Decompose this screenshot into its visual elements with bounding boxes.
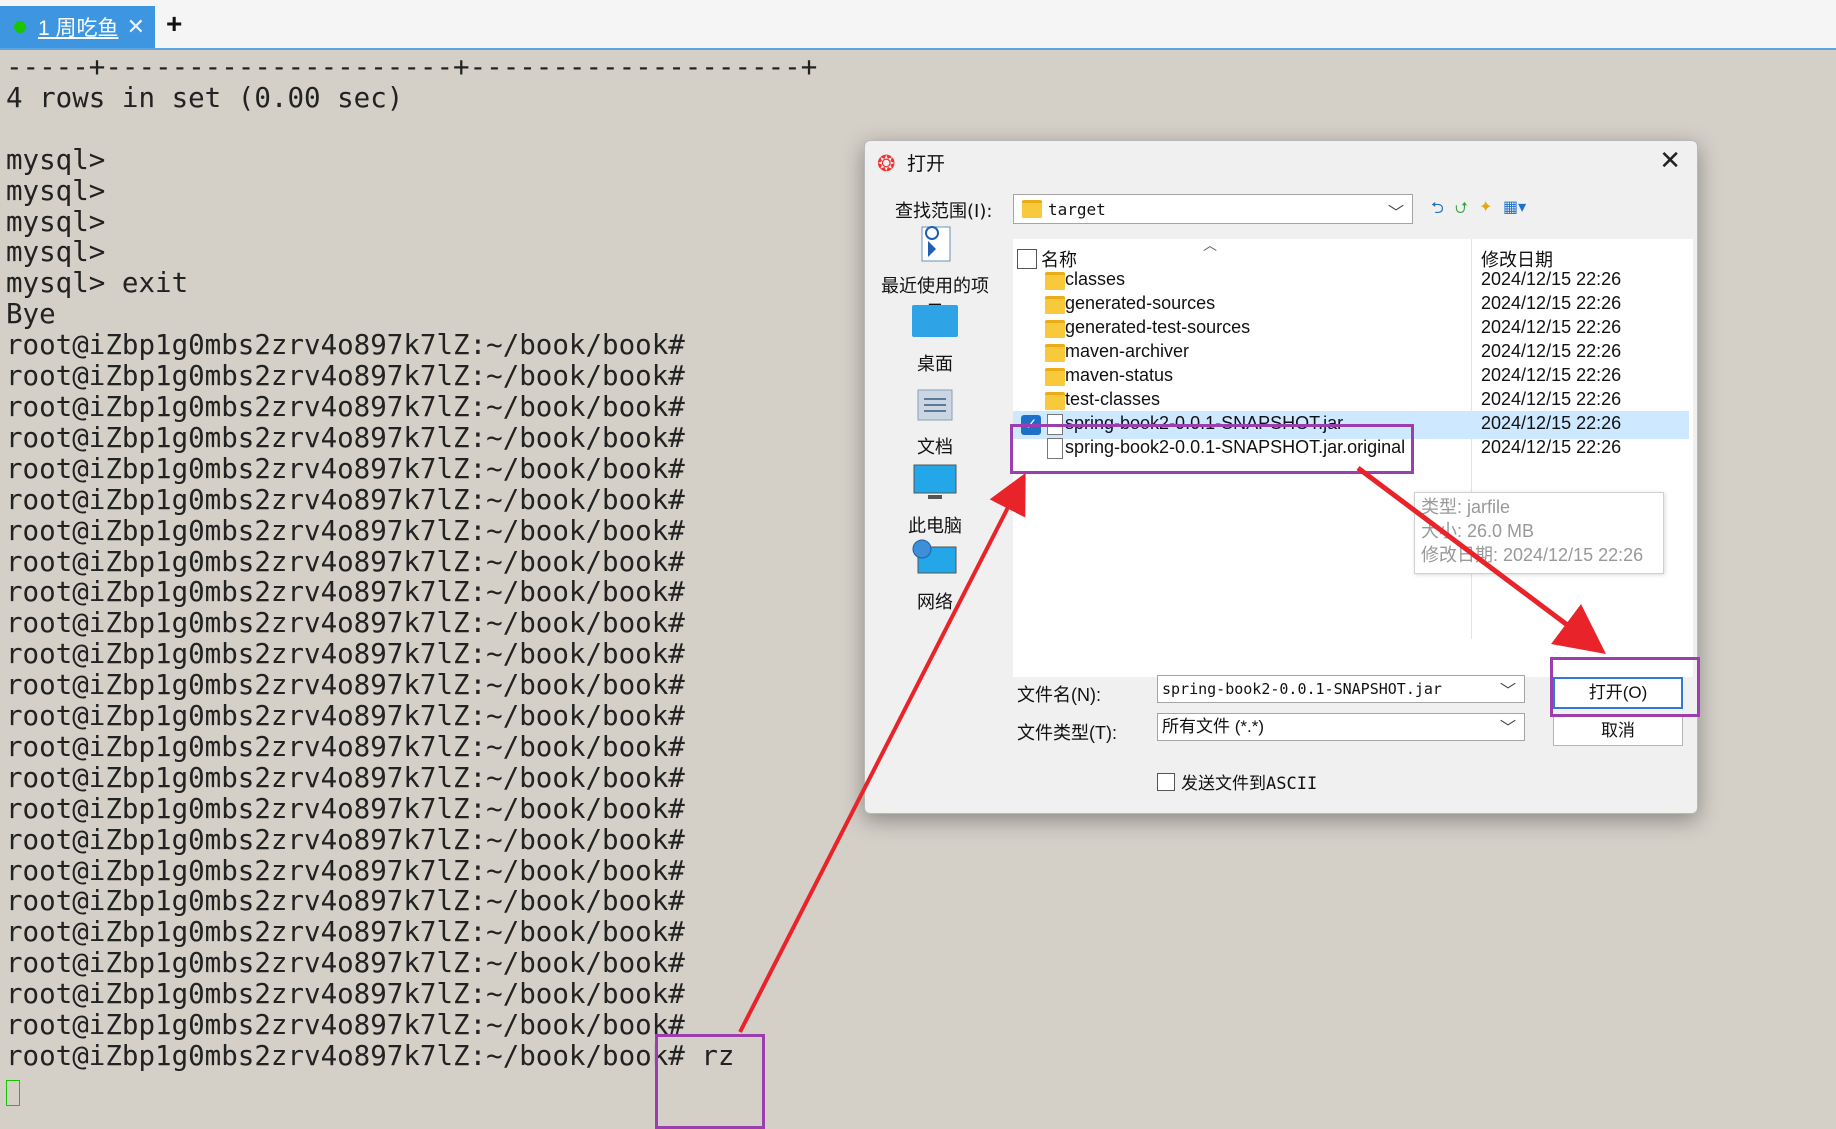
arrow-to-open-button <box>1356 466 1606 654</box>
arrow-to-file <box>738 472 1026 1033</box>
annotation-arrows <box>738 466 1606 1033</box>
